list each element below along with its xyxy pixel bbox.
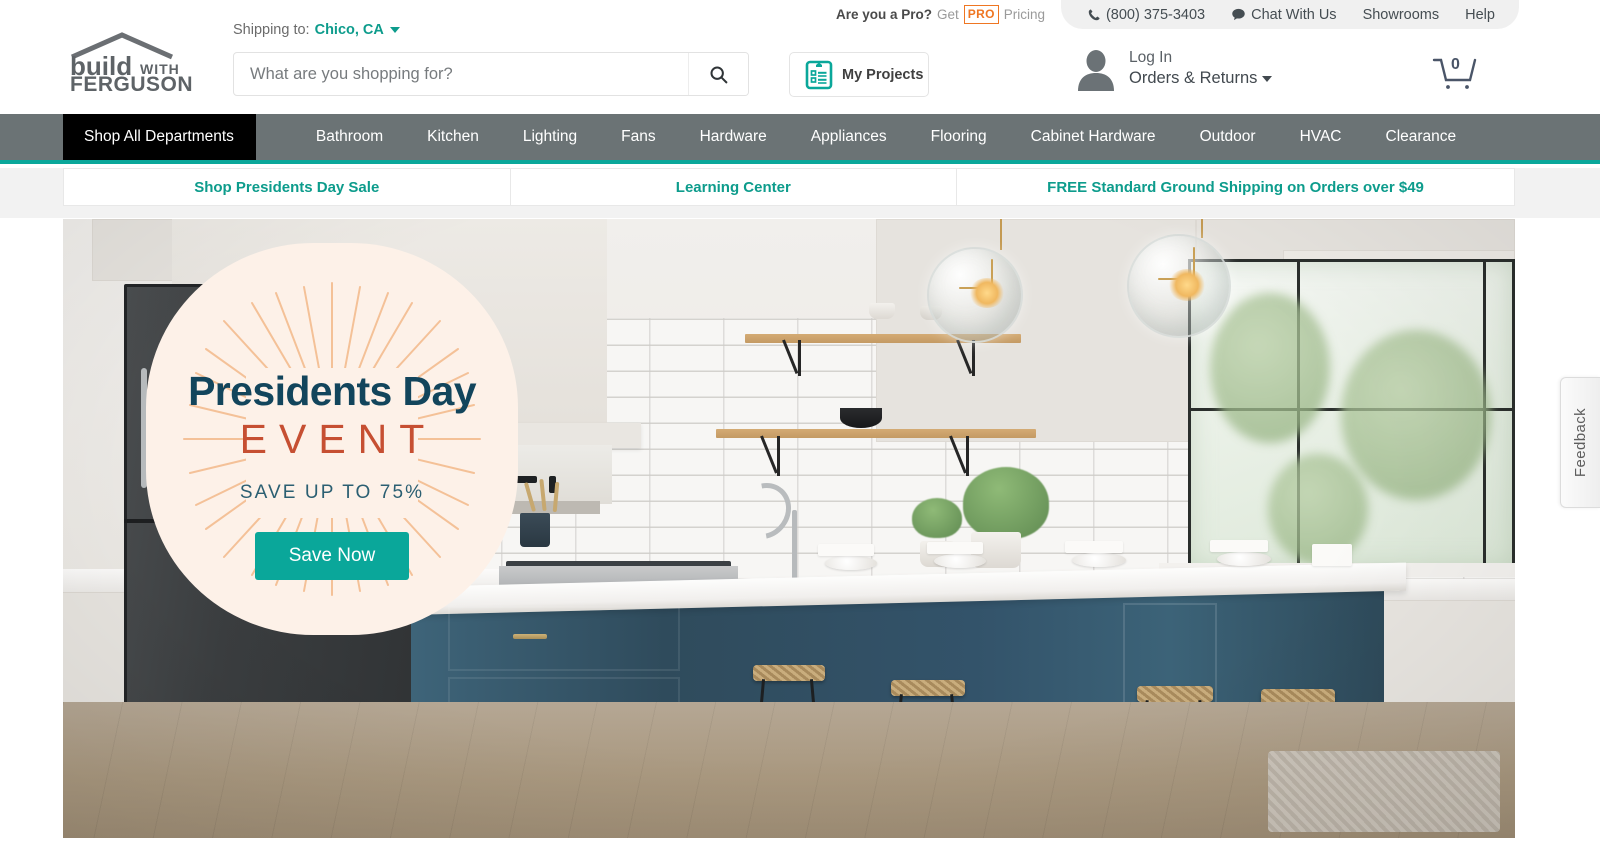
hero-promo-badge[interactable]: Presidents Day EVENT SAVE UP TO 75% Save… (146, 243, 518, 635)
chevron-down-icon (389, 27, 400, 33)
nav-item-bathroom[interactable]: Bathroom (294, 114, 405, 160)
cart-count-badge: 0 (1451, 56, 1460, 73)
main-navigation: Shop All Departments Bathroom Kitchen Li… (0, 114, 1600, 164)
shipping-to-city: Chico, CA (314, 22, 384, 38)
shipping-to-selector[interactable]: Shipping to: Chico, CA (233, 22, 400, 38)
shop-all-departments-button[interactable]: Shop All Departments (63, 114, 256, 160)
account-login-label: Log In (1129, 48, 1173, 66)
promo-bar: Shop Presidents Day Sale Learning Center… (63, 168, 1515, 206)
hero-badge-title: Presidents Day (188, 368, 476, 414)
nav-item-fans[interactable]: Fans (599, 114, 677, 160)
chat-label: Chat With Us (1251, 6, 1337, 23)
promo-link-presidents-day-sale[interactable]: Shop Presidents Day Sale (64, 169, 511, 205)
search-bar[interactable] (233, 52, 749, 96)
pro-question: Are you a Pro? (836, 7, 933, 22)
pro-pricing-label: Pricing (1003, 7, 1045, 22)
svg-text:FERGUSON: FERGUSON (70, 73, 193, 93)
search-button[interactable] (688, 53, 748, 95)
hero-badge-subtitle: EVENT (239, 416, 437, 462)
pro-pricing-promo[interactable]: Are you a Pro? Get PRO Pricing (836, 5, 1061, 24)
utility-bar: Are you a Pro? Get PRO Pricing (800) 375… (836, 0, 1519, 29)
hero-badge-savings: SAVE UP TO 75% (239, 482, 425, 504)
phone-number: (800) 375-3403 (1105, 6, 1206, 23)
site-logo[interactable]: build WITH FERGUSON (66, 31, 208, 93)
promo-link-free-shipping[interactable]: FREE Standard Ground Shipping on Orders … (957, 169, 1514, 205)
nav-items: Bathroom Kitchen Lighting Fans Hardware … (256, 114, 1478, 160)
page-root: build WITH FERGUSON Shipping to: Chico, … (0, 0, 1600, 863)
projects-clipboard-icon (805, 60, 833, 89)
chevron-down-icon (1262, 76, 1273, 83)
my-projects-label: My Projects (842, 66, 924, 83)
shipping-to-label: Shipping to: (233, 22, 310, 38)
save-now-button[interactable]: Save Now (254, 532, 410, 581)
my-projects-button[interactable]: My Projects (789, 52, 929, 97)
account-menu[interactable]: Log In Orders & Returns (1075, 47, 1273, 91)
feedback-label: Feedback (1572, 407, 1589, 478)
nav-item-outdoor[interactable]: Outdoor (1178, 114, 1278, 160)
showrooms-label: Showrooms (1362, 6, 1440, 23)
user-avatar-icon (1078, 50, 1114, 91)
account-orders-label: Orders & Returns (1129, 68, 1273, 90)
nav-item-cabinet-hardware[interactable]: Cabinet Hardware (1009, 114, 1178, 160)
utility-links: (800) 375-3403 Chat With Us Showrooms He… (1060, 0, 1519, 29)
cart-button[interactable]: 0 (1429, 54, 1481, 94)
nav-item-clearance[interactable]: Clearance (1364, 114, 1479, 160)
pro-get-label: Get (937, 7, 959, 22)
chat-bubble-icon (1232, 8, 1245, 21)
phone-icon (1088, 8, 1100, 20)
pro-badge: PRO (963, 5, 999, 24)
promo-link-learning-center[interactable]: Learning Center (511, 169, 958, 205)
nav-item-flooring[interactable]: Flooring (909, 114, 1009, 160)
nav-item-lighting[interactable]: Lighting (501, 114, 599, 160)
hero-banner[interactable]: Presidents Day EVENT SAVE UP TO 75% Save… (63, 219, 1515, 838)
nav-item-appliances[interactable]: Appliances (789, 114, 909, 160)
chat-link[interactable]: Chat With Us (1231, 6, 1337, 23)
search-input[interactable] (234, 53, 688, 95)
help-link[interactable]: Help (1465, 7, 1495, 23)
promo-strip: Shop Presidents Day Sale Learning Center… (0, 168, 1600, 218)
showrooms-link[interactable]: Showrooms (1363, 7, 1440, 23)
feedback-tab[interactable]: Feedback (1560, 377, 1600, 508)
phone-link[interactable]: (800) 375-3403 (1087, 7, 1205, 23)
help-label: Help (1465, 6, 1495, 23)
search-icon (710, 65, 728, 83)
nav-item-hvac[interactable]: HVAC (1278, 114, 1364, 160)
nav-item-hardware[interactable]: Hardware (678, 114, 789, 160)
nav-item-kitchen[interactable]: Kitchen (405, 114, 501, 160)
